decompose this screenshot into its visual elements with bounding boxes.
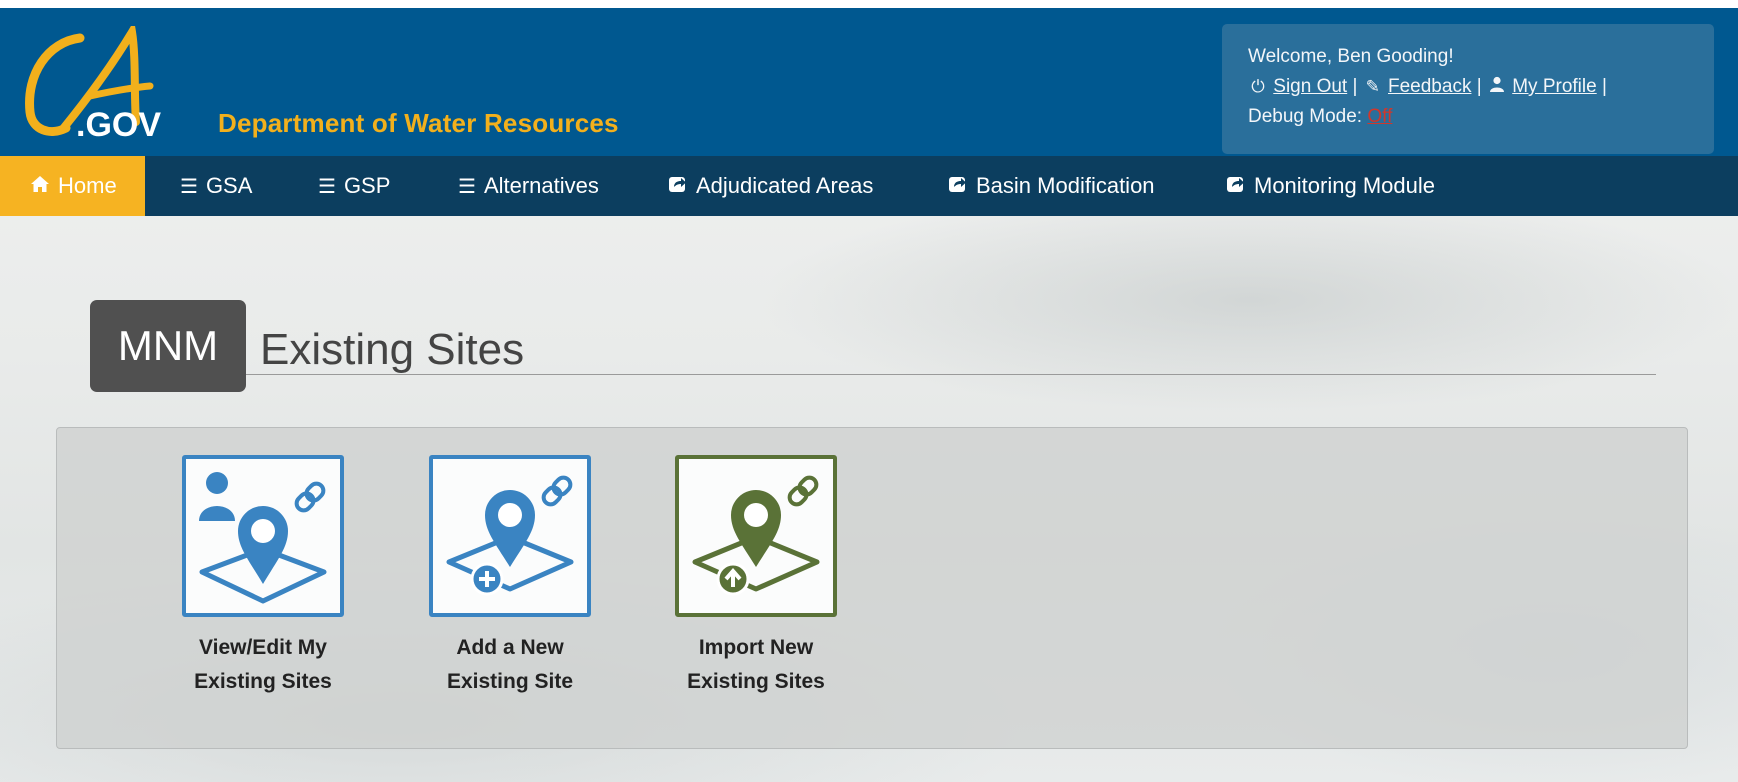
nav-gsa[interactable]: ☰ GSA — [180, 156, 252, 216]
ca-gov-logo[interactable]: .GOV — [18, 26, 183, 144]
add-site-label-line2: Existing Site — [446, 670, 574, 693]
add-site-tile[interactable]: Add a New Existing Site — [385, 455, 635, 699]
add-site-label: Add a New Existing Site — [385, 631, 635, 699]
edit-icon: ✎ — [1365, 77, 1380, 96]
external-link-icon — [948, 157, 968, 217]
nav-basin-modification[interactable]: Basin Modification — [948, 156, 1155, 216]
menu-icon: ☰ — [318, 176, 336, 198]
view-edit-sites-label-line2: Existing Sites — [194, 670, 332, 693]
import-sites-label-line1: Import New — [698, 636, 814, 659]
view-edit-sites-button[interactable] — [182, 455, 344, 617]
user-links: ⏻ Sign Out | ✎ Feedback | My Profile | — [1248, 72, 1714, 102]
actions-panel: View/Edit My Existing Sites Add a New Ex… — [56, 427, 1688, 749]
view-edit-sites-label-line1: View/Edit My — [199, 636, 327, 659]
add-site-label-line1: Add a New — [456, 636, 564, 659]
import-sites-button[interactable] — [675, 455, 837, 617]
import-sites-label: Import New Existing Sites — [631, 631, 881, 699]
site-header: .GOV Department of Water Resources Welco… — [0, 8, 1738, 156]
debug-mode-toggle[interactable]: Off — [1367, 106, 1392, 127]
main-nav: Home ☰ GSA ☰ GSP ☰ Alternatives Adjudicated… — [0, 156, 1738, 216]
external-link-icon — [1226, 157, 1246, 217]
add-site-icon — [446, 475, 574, 596]
top-strip — [0, 0, 1738, 8]
nav-basin-modification-label: Basin Modification — [976, 173, 1155, 198]
logo-gov-text: .GOV — [76, 106, 161, 144]
welcome-text: Welcome, Ben Gooding! — [1248, 46, 1454, 67]
page-title: Existing Sites — [260, 325, 525, 374]
nav-gsa-label: GSA — [205, 173, 253, 198]
view-edit-sites-label: View/Edit My Existing Sites — [138, 631, 388, 699]
nav-home-label: Home — [58, 173, 117, 198]
nav-gsp[interactable]: ☰ GSP — [318, 156, 390, 216]
sign-out-link[interactable]: Sign Out — [1273, 76, 1347, 97]
separator: | — [1601, 76, 1607, 97]
import-sites-icon — [692, 475, 820, 596]
user-icon — [1487, 72, 1507, 102]
nav-monitoring-module-label: Monitoring Module — [1254, 173, 1435, 198]
user-panel: Welcome, Ben Gooding! ⏻ Sign Out | ✎ Fee… — [1222, 24, 1714, 154]
module-badge: MNM — [90, 300, 246, 392]
feedback-link[interactable]: Feedback — [1388, 76, 1471, 97]
menu-icon: ☰ — [458, 176, 476, 198]
my-profile-link[interactable]: My Profile — [1512, 76, 1596, 97]
add-site-button[interactable] — [429, 455, 591, 617]
home-icon — [30, 157, 50, 217]
external-link-icon — [668, 157, 688, 217]
view-edit-sites-tile[interactable]: View/Edit My Existing Sites — [138, 455, 388, 699]
nav-monitoring-module[interactable]: Monitoring Module — [1226, 156, 1435, 216]
import-sites-label-line2: Existing Sites — [687, 670, 825, 693]
nav-adjudicated-areas[interactable]: Adjudicated Areas — [668, 156, 873, 216]
nav-adjudicated-areas-label: Adjudicated Areas — [696, 173, 874, 198]
debug-mode-label: Debug Mode: — [1248, 106, 1363, 127]
separator: | — [1352, 76, 1358, 97]
nav-alternatives-label: Alternatives — [483, 173, 599, 198]
menu-icon: ☰ — [180, 176, 198, 198]
import-sites-tile[interactable]: Import New Existing Sites — [631, 455, 881, 699]
debug-mode-row: Debug Mode: Off — [1248, 102, 1714, 132]
department-name: Department of Water Resources — [218, 108, 619, 138]
title-divider — [246, 374, 1656, 375]
nav-alternatives[interactable]: ☰ Alternatives — [458, 156, 599, 216]
view-edit-sites-icon — [199, 472, 327, 604]
power-icon: ⏻ — [1251, 77, 1265, 96]
nav-home[interactable]: Home — [0, 156, 145, 216]
separator: | — [1476, 76, 1482, 97]
nav-gsp-label: GSP — [343, 173, 391, 198]
